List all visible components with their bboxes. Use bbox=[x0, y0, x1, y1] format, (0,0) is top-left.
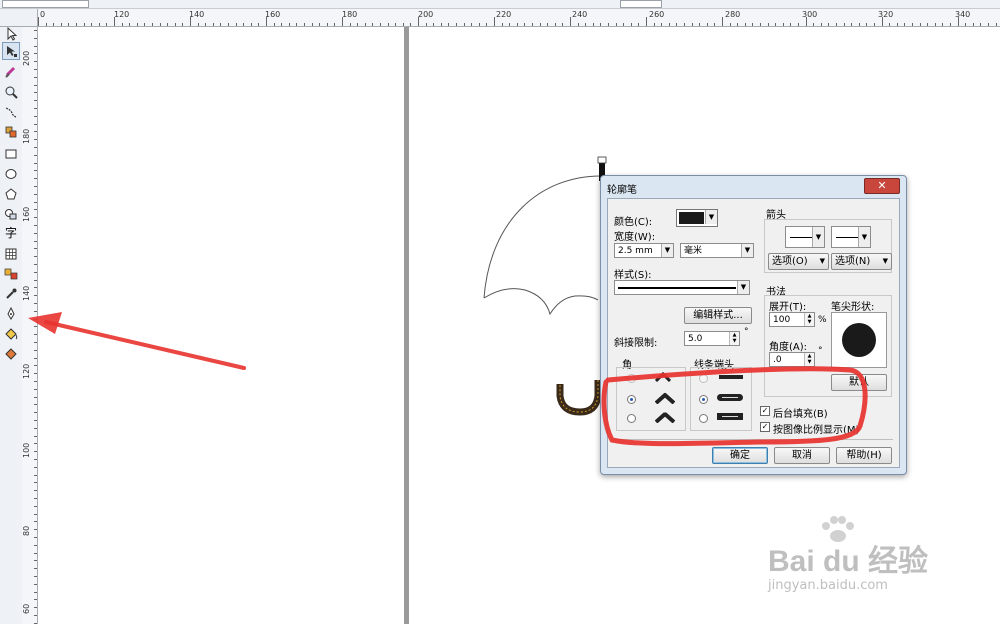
round-cap-icon bbox=[717, 394, 743, 401]
angle-label: 角度(A): bbox=[769, 342, 808, 353]
corner-radio-round[interactable] bbox=[627, 395, 636, 404]
miter-limit-value: 5.0 bbox=[688, 334, 703, 344]
color-swatch bbox=[679, 212, 704, 224]
watermark: Bai du 经验 jingyan.baidu.com bbox=[768, 516, 968, 598]
start-arrow-select[interactable]: ▼ bbox=[785, 226, 825, 248]
behind-fill-checkbox[interactable]: ✓ bbox=[760, 406, 770, 416]
options-label: 选项(N) bbox=[835, 256, 871, 267]
units-value: 毫米 bbox=[684, 246, 703, 256]
angle-value: .0 bbox=[773, 355, 782, 365]
spinner-icon[interactable]: ▲ ▼ bbox=[804, 353, 814, 366]
start-arrow-options-button[interactable]: 选项(O) ▼ bbox=[768, 253, 829, 270]
stretch-label: 展开(T): bbox=[769, 302, 807, 313]
chevron-down-icon: ▼ bbox=[858, 227, 870, 247]
stretch-input[interactable]: 100 ▲ ▼ bbox=[769, 312, 815, 327]
units-select[interactable]: 毫米 ▼ bbox=[680, 243, 754, 258]
square-cap-icon bbox=[717, 413, 743, 420]
style-select[interactable]: ▼ bbox=[614, 280, 750, 295]
corners-group bbox=[616, 367, 686, 431]
end-arrow-select[interactable]: ▼ bbox=[831, 226, 871, 248]
miter-unit: ° bbox=[744, 327, 749, 337]
dialog-title: 轮廓笔 bbox=[607, 185, 637, 196]
nib-circle-icon bbox=[842, 323, 876, 357]
miter-corner-icon bbox=[655, 372, 671, 382]
arrow-line-preview bbox=[836, 237, 858, 238]
end-arrow-options-button[interactable]: 选项(N) ▼ bbox=[831, 253, 892, 270]
round-corner-icon bbox=[655, 393, 675, 404]
calligraphy-group: 展开(T): 100 ▲ ▼ % 角度(A): .0 ▲ ▼ ° 笔尖形状: 默认 bbox=[764, 295, 892, 397]
help-button[interactable]: 帮助(H) bbox=[836, 447, 892, 464]
umbrella-handle bbox=[556, 380, 602, 416]
watermark-brand: Bai du 经验 bbox=[768, 545, 929, 578]
line-style-preview bbox=[618, 287, 736, 289]
cancel-button[interactable]: 取消 bbox=[774, 447, 830, 464]
spinner-icon[interactable]: ▲ ▼ bbox=[804, 313, 814, 326]
angle-input[interactable]: .0 ▲ ▼ bbox=[769, 352, 815, 367]
default-button[interactable]: 默认 bbox=[831, 374, 887, 391]
cap-radio-butt[interactable] bbox=[699, 374, 708, 383]
chevron-down-icon: ▼ bbox=[882, 257, 888, 265]
ruler-origin[interactable] bbox=[0, 9, 38, 27]
dialog-body: 颜色(C): ▼ 宽度(W): 2.5 mm ▼ 毫米 ▼ 样式(S): ▼ 编辑样… bbox=[607, 198, 900, 468]
nib-shape-label: 笔尖形状: bbox=[831, 302, 875, 313]
angle-unit: ° bbox=[818, 346, 823, 356]
nib-shape-preview[interactable] bbox=[831, 312, 887, 368]
width-value: 2.5 mm bbox=[618, 246, 653, 256]
bevel-corner-icon bbox=[655, 412, 675, 423]
color-label: 颜色(C): bbox=[614, 217, 653, 228]
chevron-down-icon: ▼ bbox=[661, 244, 673, 257]
outline-pen-dialog: 轮廓笔 ✕ 颜色(C): ▼ 宽度(W): 2.5 mm ▼ 毫米 ▼ 样式(S):… bbox=[600, 175, 907, 475]
line-caps-group bbox=[690, 367, 752, 431]
width-select[interactable]: 2.5 mm ▼ bbox=[614, 243, 674, 258]
close-button[interactable]: ✕ bbox=[864, 178, 900, 194]
corner-radio-miter[interactable] bbox=[627, 374, 636, 383]
divider bbox=[612, 439, 893, 440]
chevron-down-icon: ▼ bbox=[741, 244, 753, 257]
style-label: 样式(S): bbox=[614, 270, 652, 281]
watermark-url: jingyan.baidu.com bbox=[768, 578, 888, 593]
miter-limit-label: 斜接限制: bbox=[614, 338, 658, 349]
scale-with-image-label: 按图像比例显示(M) bbox=[773, 425, 860, 436]
chevron-down-icon: ▼ bbox=[812, 227, 824, 247]
cap-radio-square[interactable] bbox=[699, 414, 708, 423]
stretch-unit: % bbox=[818, 315, 827, 325]
butt-cap-icon bbox=[719, 375, 743, 379]
options-label: 选项(O) bbox=[772, 256, 808, 267]
spinner-icon[interactable]: ▲ ▼ bbox=[729, 332, 739, 345]
dialog-title-bar[interactable]: 轮廓笔 ✕ bbox=[601, 176, 906, 198]
close-icon: ✕ bbox=[877, 179, 887, 192]
miter-limit-input[interactable]: 5.0 ▲ ▼ bbox=[684, 331, 740, 346]
color-picker[interactable]: ▼ bbox=[676, 209, 718, 227]
stretch-value: 100 bbox=[773, 315, 791, 325]
edit-style-button[interactable]: 编辑样式... bbox=[684, 307, 752, 324]
chevron-down-icon: ▼ bbox=[737, 281, 749, 294]
chevron-down-icon: ▼ bbox=[705, 210, 717, 224]
corner-radio-bevel[interactable] bbox=[627, 414, 636, 423]
arrows-group: ▼ ▼ 选项(O) ▼ 选项(N) ▼ bbox=[764, 219, 892, 273]
arrow-line-preview bbox=[790, 237, 812, 238]
behind-fill-label: 后台填充(B) bbox=[773, 409, 828, 420]
ok-button[interactable]: 确定 bbox=[712, 447, 768, 464]
width-label: 宽度(W): bbox=[614, 232, 656, 243]
scale-with-image-checkbox[interactable]: ✓ bbox=[760, 422, 770, 432]
cap-radio-round[interactable] bbox=[699, 395, 708, 404]
chevron-down-icon: ▼ bbox=[819, 257, 825, 265]
